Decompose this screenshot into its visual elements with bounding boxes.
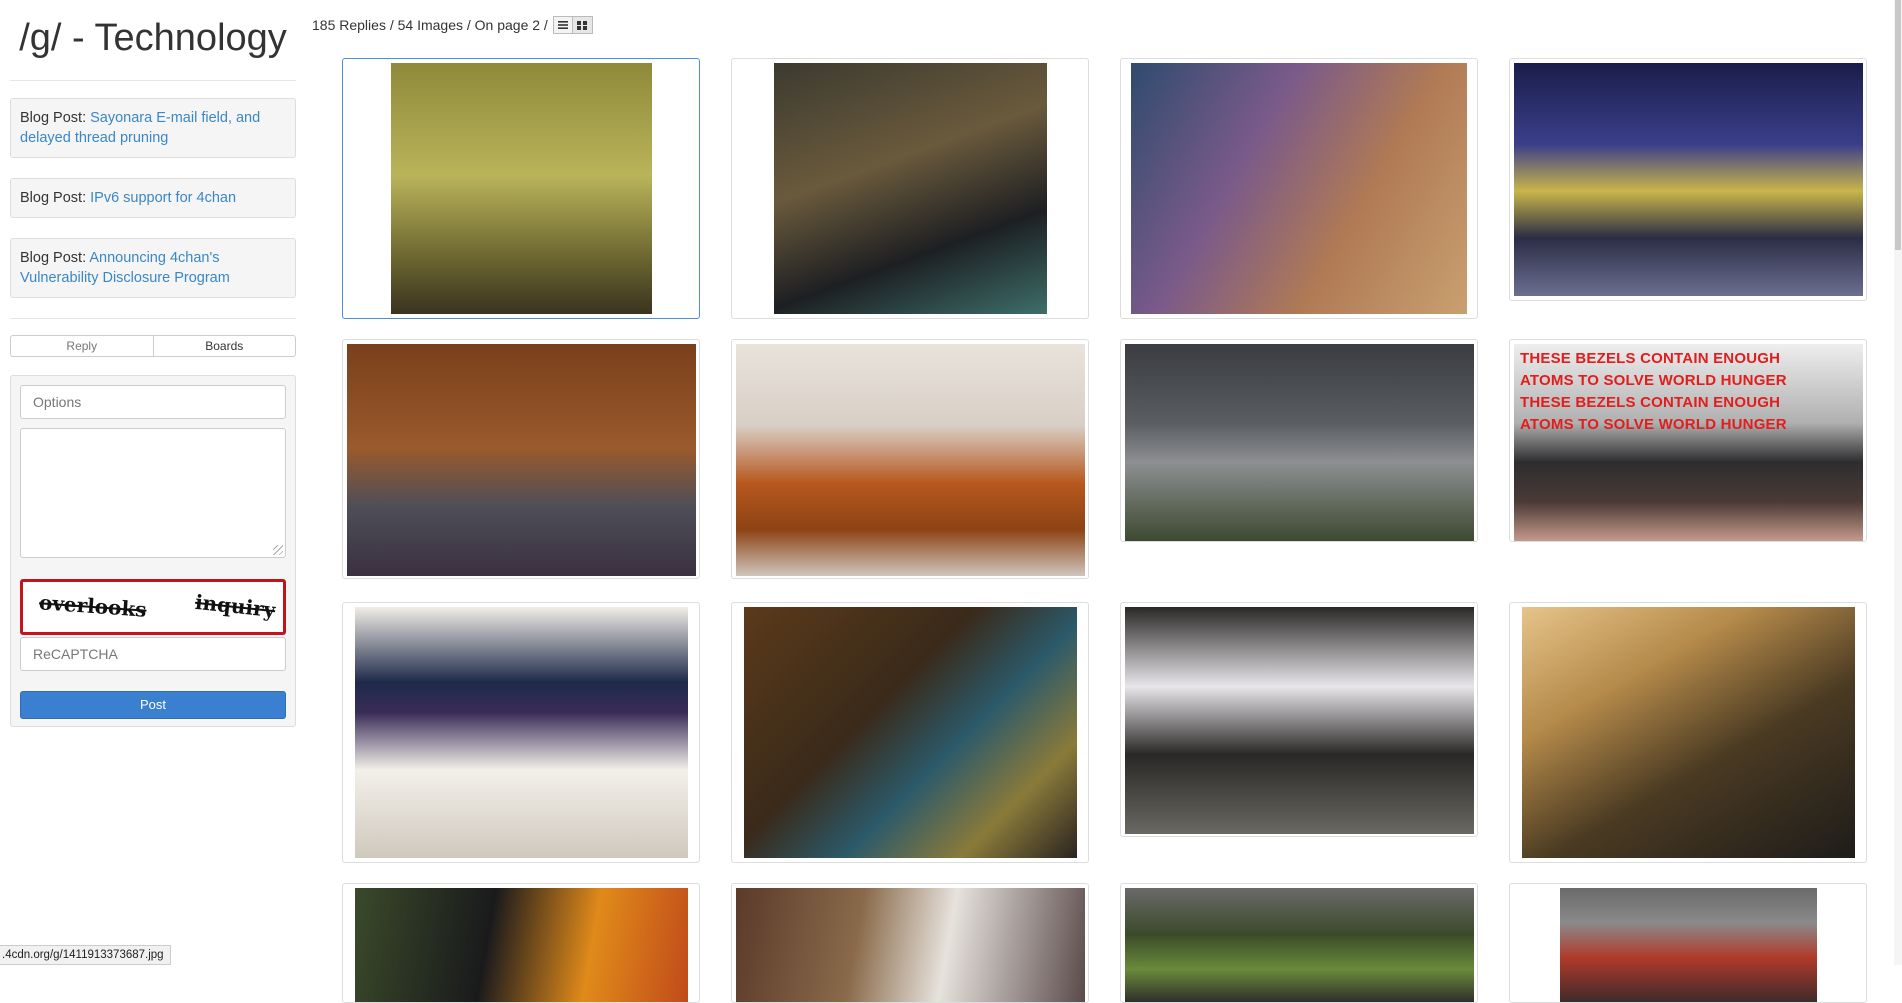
divider [10,318,296,319]
recaptcha-input[interactable]: ReCAPTCHA [20,637,286,671]
page-scrollbar[interactable] [1894,0,1902,965]
image-thumb-13[interactable] [342,883,700,1003]
reply-form: Options overlooks inquiry ReCAPTCHA Post [10,375,296,727]
image-thumb-2[interactable] [731,58,1089,319]
blog-post-1: Blog Post: Sayonara E-mail field, and de… [10,98,296,158]
image-thumb-7[interactable] [1120,339,1478,542]
status-bar-url: .4cdn.org/g/1411913373687.jpg [0,945,171,965]
blog-post-prefix: Blog Post: [20,250,90,266]
scrollbar-thumb[interactable] [1895,0,1901,250]
grid-view-button[interactable] [572,16,593,34]
blog-post-3: Blog Post: Announcing 4chan's Vulnerabil… [10,238,296,298]
captcha-image: overlooks inquiry [20,579,286,635]
image-overlay-caption: THESE BEZELS CONTAIN ENOUGH ATOMS TO SOL… [1520,350,1787,433]
image-thumb-4[interactable] [1509,58,1867,301]
blog-post-link[interactable]: IPv6 support for 4chan [90,190,236,206]
image-thumb-1[interactable] [342,58,700,319]
thread-stats-bar: 185 Replies / 54 Images / On page 2 / [312,16,593,34]
image-thumb-12[interactable] [1509,602,1867,863]
list-view-button[interactable] [552,16,573,34]
image-thumb-10[interactable] [731,602,1089,863]
options-field[interactable]: Options [20,385,286,419]
resize-handle-icon[interactable] [273,545,283,555]
image-thumb-16[interactable] [1509,883,1867,1003]
captcha-word: overlooks [38,590,148,622]
comment-textarea[interactable] [20,428,286,558]
list-icon [557,21,568,29]
image-thumb-9[interactable] [342,602,700,863]
image-thumb-5[interactable] [342,339,700,579]
post-button[interactable]: Post [20,691,286,719]
thread-stats: 185 Replies / 54 Images / On page 2 / [312,17,548,33]
tab-reply[interactable]: Reply [10,335,153,357]
tab-boards[interactable]: Boards [152,335,296,357]
image-thumb-6[interactable] [731,339,1089,579]
grid-icon [577,20,588,30]
image-thumb-14[interactable] [731,883,1089,1003]
captcha-word: inquiry [193,589,277,623]
board-title: /g/ - Technology [19,17,287,59]
view-toggle [552,16,593,34]
image-thumb-15[interactable] [1120,883,1478,1003]
blog-post-prefix: Blog Post: [20,190,91,206]
blog-post-prefix: Blog Post: [20,110,91,126]
image-thumb-3[interactable] [1120,58,1478,319]
image-thumb-11[interactable] [1120,602,1478,837]
sidebar-tabs: Reply Boards [10,335,296,357]
blog-post-2: Blog Post: IPv6 support for 4chan [10,178,296,218]
sidebar: /g/ - Technology Blog Post: Sayonara E-m… [10,0,296,727]
divider [10,80,296,81]
image-thumb-8[interactable]: THESE BEZELS CONTAIN ENOUGH ATOMS TO SOL… [1509,339,1867,542]
